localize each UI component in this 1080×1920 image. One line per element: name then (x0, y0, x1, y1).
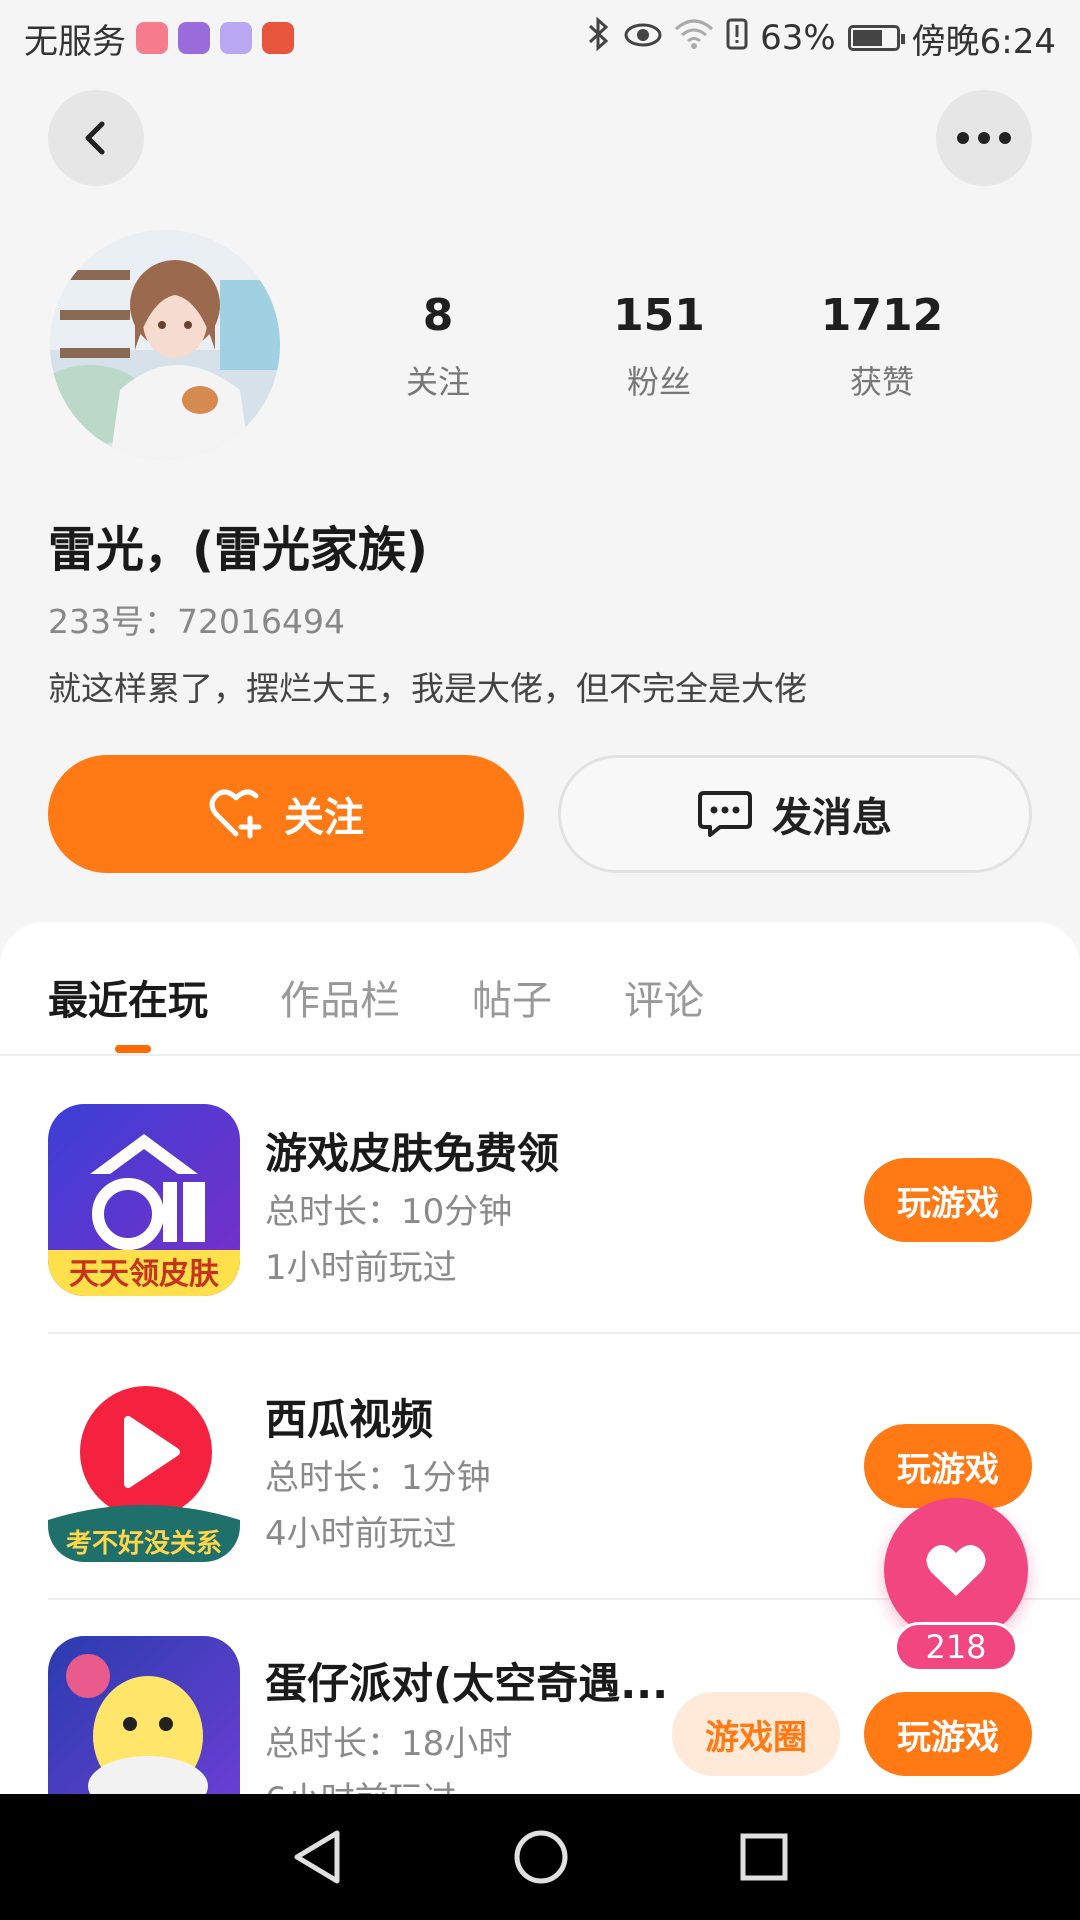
game-icon-caption: 考不好没关系 (66, 1529, 222, 1559)
recents-square-icon[interactable] (739, 1832, 789, 1882)
more-button[interactable] (936, 90, 1032, 186)
status-bar: 无服务 63% 傍晚6:24 (0, 0, 1080, 76)
game-duration: 总时长：1分钟 (265, 1458, 491, 1498)
likes-count: 1712 (820, 290, 944, 341)
likes-stat[interactable]: 1712 获赞 (782, 290, 982, 403)
game-last-played: 1小时前玩过 (265, 1248, 457, 1288)
game-icon-skins[interactable]: 天天领皮肤 (48, 1104, 240, 1296)
heart-icon (926, 1545, 986, 1596)
battery-percent: 63% (760, 18, 836, 58)
more-dots-icon (957, 132, 1011, 144)
battery-icon (847, 25, 905, 51)
app-notification-icon (178, 22, 210, 54)
app-notification-icon (136, 22, 168, 54)
message-label: 发消息 (772, 795, 892, 841)
carrier-text: 无服务 (24, 21, 126, 62)
bluetooth-icon (586, 16, 612, 60)
store-notification-icon (262, 22, 294, 54)
eye-icon (624, 18, 662, 58)
fans-count: 151 (613, 290, 705, 341)
home-circle-icon[interactable] (513, 1829, 569, 1885)
game-duration: 总时长：18小时 (265, 1724, 513, 1764)
profile-uid: 233号：72016494 (48, 602, 345, 641)
game-last-played: 4小时前玩过 (265, 1514, 457, 1554)
game-icon-xigua[interactable]: 考不好没关系 (48, 1370, 240, 1562)
likes-label: 获赞 (849, 363, 914, 401)
heart-plus-icon (209, 789, 262, 839)
play-game-button[interactable]: 玩游戏 (864, 1158, 1032, 1242)
tab-recently-played[interactable]: 最近在玩 (48, 968, 208, 1026)
play-game-button[interactable]: 玩游戏 (864, 1692, 1032, 1776)
floating-like-button[interactable] (884, 1498, 1028, 1642)
game-title[interactable]: 蛋仔派对(太空奇遇... (265, 1650, 668, 1711)
following-label: 关注 (405, 363, 470, 401)
back-button[interactable] (48, 90, 144, 186)
avatar[interactable] (50, 230, 280, 460)
music-notification-icon (220, 22, 252, 54)
tab-works[interactable]: 作品栏 (280, 968, 400, 1026)
tabs-divider (0, 1054, 1080, 1056)
following-stat[interactable]: 8 关注 (338, 290, 538, 403)
game-icon-caption: 天天领皮肤 (69, 1257, 220, 1292)
back-triangle-icon[interactable] (291, 1829, 343, 1885)
play-game-button[interactable]: 玩游戏 (864, 1424, 1032, 1508)
game-last-played: 6小时前玩过 (265, 1772, 457, 1794)
game-circle-button[interactable]: 游戏圈 (672, 1692, 840, 1776)
system-nav-bar (0, 1794, 1080, 1920)
game-icon-eggy-party[interactable] (48, 1636, 240, 1794)
chevron-left-icon (85, 121, 105, 155)
profile-bio: 就这样累了，摆烂大王，我是大佬，但不完全是大佬 (48, 669, 807, 708)
tab-comments[interactable]: 评论 (624, 968, 704, 1026)
active-tab-indicator (115, 1045, 151, 1053)
game-title[interactable]: 游戏皮肤免费领 (265, 1120, 559, 1181)
fans-label: 粉丝 (626, 363, 691, 401)
profile-tabs: 最近在玩 作品栏 帖子 评论 (48, 968, 704, 1026)
follow-button[interactable]: 关注 (48, 755, 524, 873)
following-count: 8 (422, 290, 454, 341)
chat-bubble-icon (698, 791, 752, 837)
clock: 傍晚6:24 (911, 21, 1056, 62)
profile-name: 雷光，(雷光家族) (48, 522, 428, 578)
alert-icon (726, 18, 748, 59)
game-title[interactable]: 西瓜视频 (265, 1386, 433, 1447)
game-duration: 总时长：10分钟 (265, 1192, 513, 1232)
tab-posts[interactable]: 帖子 (472, 968, 552, 1026)
floating-like-count: 218 (894, 1622, 1018, 1672)
follow-label: 关注 (284, 795, 364, 841)
fans-stat[interactable]: 151 粉丝 (559, 290, 759, 403)
message-button[interactable]: 发消息 (558, 755, 1032, 873)
wifi-icon (674, 18, 714, 58)
row-divider (48, 1332, 1080, 1334)
